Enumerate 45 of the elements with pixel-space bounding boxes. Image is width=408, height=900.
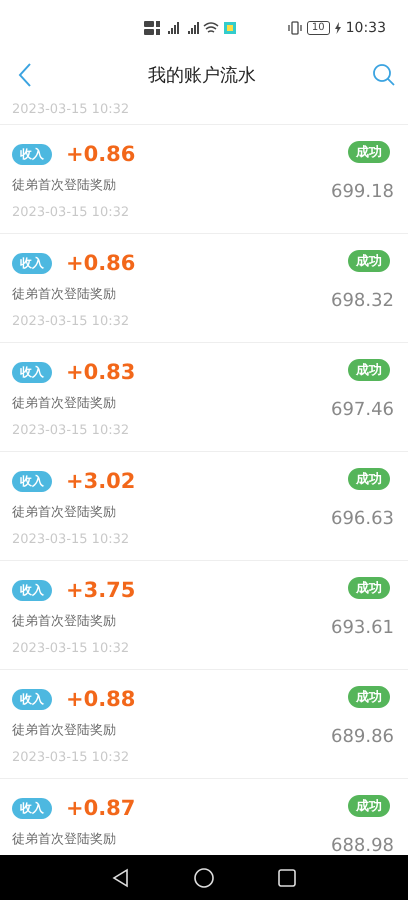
record-amount: +3.75 bbox=[66, 578, 136, 602]
vibrate-icon bbox=[288, 21, 302, 35]
status-badge: 成功 bbox=[348, 577, 390, 599]
record-amount: +3.02 bbox=[66, 469, 136, 493]
status-badge: 成功 bbox=[348, 359, 390, 381]
record-balance: 688.98 bbox=[331, 835, 394, 855]
record-balance: 699.18 bbox=[331, 181, 394, 202]
record-balance: 696.63 bbox=[331, 508, 394, 529]
recents-nav-button[interactable] bbox=[277, 868, 297, 888]
income-tag: 收入 bbox=[12, 580, 52, 600]
record-balance: 698.32 bbox=[331, 290, 394, 311]
search-button[interactable] bbox=[372, 63, 396, 87]
income-tag: 收入 bbox=[12, 470, 52, 492]
income-tag: 收入 bbox=[12, 362, 52, 382]
record-description: 徒弟首次登陆奖励 bbox=[12, 395, 117, 412]
income-tag: 收入 bbox=[12, 688, 52, 710]
record-amount: +0.83 bbox=[66, 360, 136, 384]
record-description: 徒弟首次登陆奖励 bbox=[12, 504, 117, 521]
income-tag: 收入 bbox=[12, 252, 52, 274]
record-balance: 693.61 bbox=[331, 617, 394, 638]
record-description: 徒弟首次登陆奖励 bbox=[12, 722, 117, 739]
record-amount: +0.86 bbox=[66, 251, 136, 275]
record-description: 徒弟首次登陆奖励 bbox=[12, 613, 117, 630]
record-amount: +0.86 bbox=[66, 142, 136, 166]
income-tag: 收入 bbox=[12, 798, 52, 818]
record-amount: +0.88 bbox=[66, 687, 136, 711]
back-nav-button[interactable] bbox=[111, 868, 131, 888]
record-description: 徒弟首次登陆奖励 bbox=[12, 831, 117, 848]
battery-level: 10 bbox=[306, 21, 330, 35]
back-button[interactable] bbox=[18, 62, 32, 88]
home-nav-button[interactable] bbox=[193, 866, 215, 888]
status-badge: 成功 bbox=[348, 686, 390, 708]
page-title: 我的账户流水 bbox=[148, 64, 256, 87]
charging-icon bbox=[334, 22, 341, 34]
status-badge: 成功 bbox=[348, 468, 390, 490]
clock-time: 10:33 bbox=[346, 20, 386, 36]
status-badge: 成功 bbox=[348, 250, 390, 272]
status-badge: 成功 bbox=[348, 141, 390, 163]
record-description: 徒弟首次登陆奖励 bbox=[12, 177, 117, 194]
status-badge: 成功 bbox=[348, 795, 390, 817]
income-tag: 收入 bbox=[12, 144, 52, 164]
record-description: 徒弟首次登陆奖励 bbox=[12, 286, 117, 303]
record-balance: 689.86 bbox=[331, 726, 394, 747]
record-amount: +0.87 bbox=[66, 796, 136, 820]
record-balance: 697.46 bbox=[331, 399, 394, 420]
